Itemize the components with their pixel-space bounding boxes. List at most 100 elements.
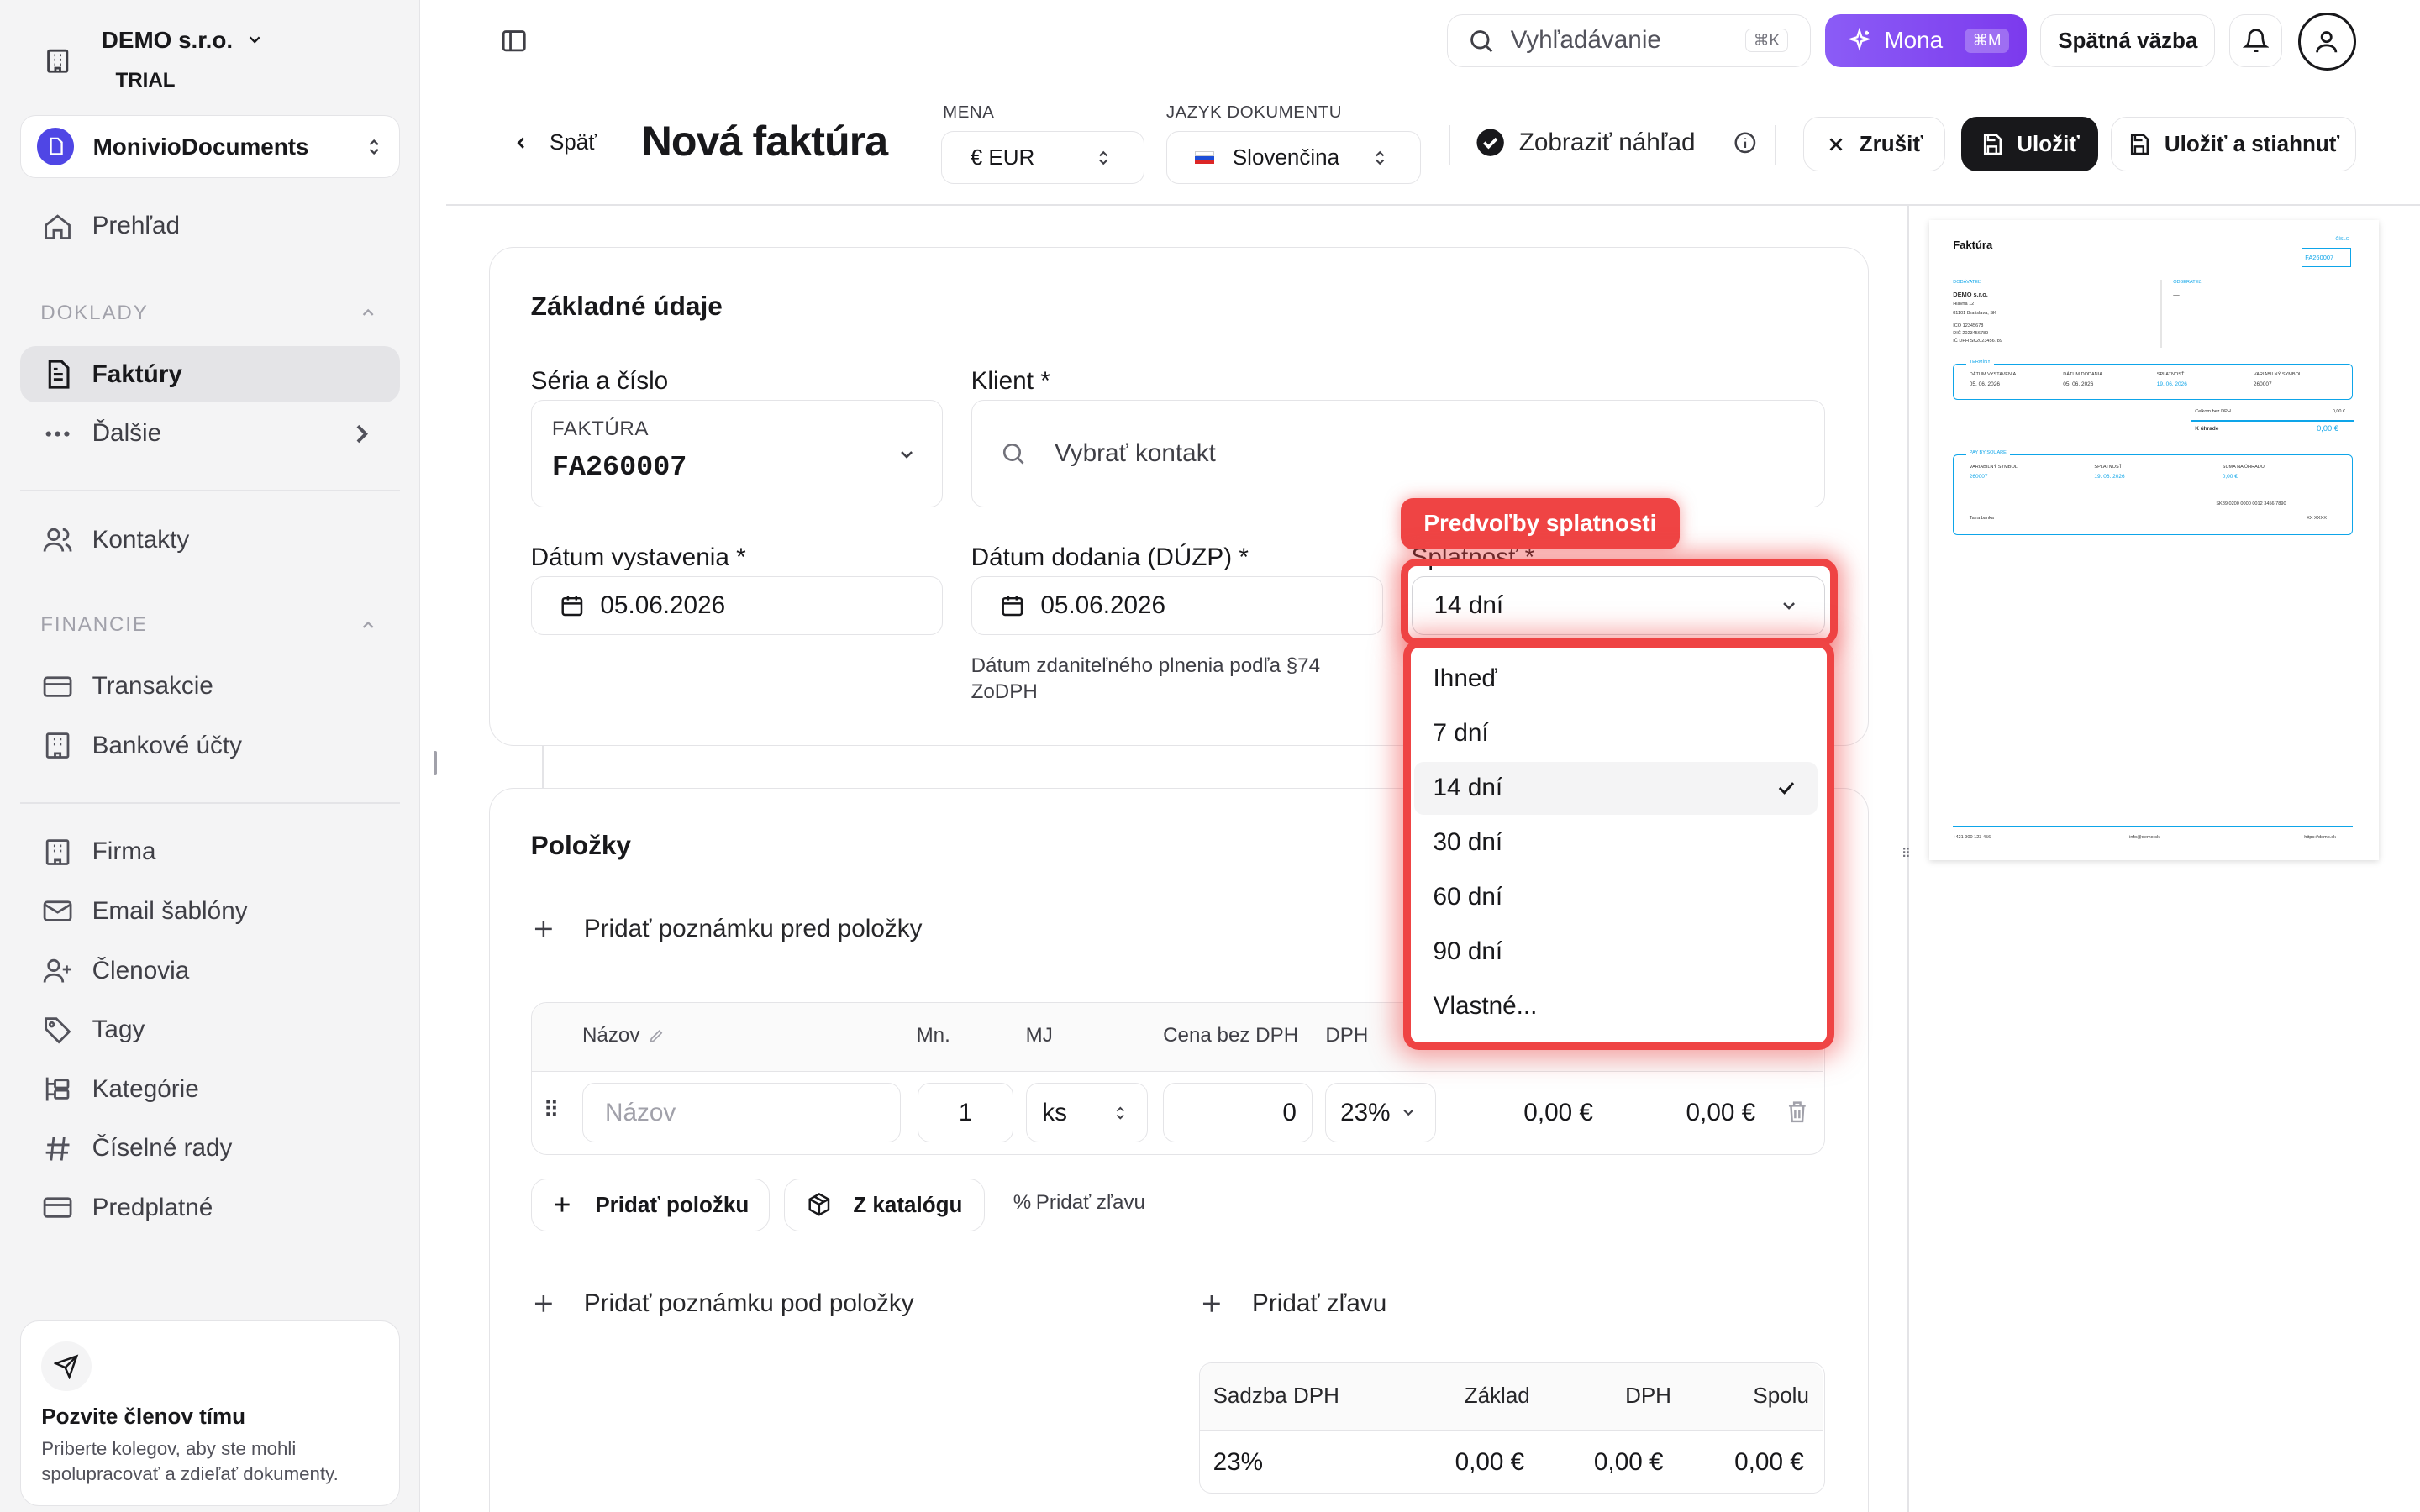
- sidebar-resize-handle[interactable]: [434, 750, 438, 776]
- info-icon[interactable]: [1733, 130, 1758, 155]
- item-price-value: 0: [1282, 1098, 1297, 1126]
- item-total-gross: 0,00 €: [1686, 1098, 1756, 1126]
- preview-supplier-label: DODÁVATEĽ: [1953, 279, 1981, 285]
- delivery-date-hint: Dátum zdaniteľného plnenia podľa §74 ZoD…: [971, 654, 1320, 704]
- sidebar-item-categories[interactable]: Kategórie: [20, 1061, 399, 1117]
- section-finance[interactable]: FINANCIE: [40, 613, 377, 637]
- sidebar-item-contacts[interactable]: Kontakty: [20, 512, 399, 568]
- pane-resize-handle[interactable]: ⠿: [1902, 846, 1911, 861]
- preview-supplier-ico: IČO 12345678: [1953, 323, 1984, 328]
- preview-pay-sum-label: SUMA NA ÚHRADU: [2222, 464, 2265, 470]
- due-option[interactable]: Ihneď: [1414, 653, 1817, 706]
- sidebar-item-label: Prehľad: [92, 212, 181, 240]
- sidebar-item-label: Kontakty: [92, 525, 190, 554]
- sidebar-toggle-icon[interactable]: [500, 27, 528, 55]
- search-placeholder: Vyhľadávanie: [1510, 26, 1661, 55]
- add-discount-link[interactable]: % Pridať zľavu: [1013, 1191, 1145, 1215]
- sidebar-item-email-templates[interactable]: Email šablóny: [20, 884, 399, 940]
- vat-cell-vat: 0,00 €: [1593, 1448, 1664, 1477]
- feedback-button[interactable]: Spätná väzba: [2040, 13, 2216, 67]
- language-select[interactable]: Slovenčina: [1165, 131, 1421, 185]
- add-note-before-button[interactable]: Pridať poznámku pred položky: [531, 915, 922, 943]
- save-download-button[interactable]: Uložiť a stiahnuť: [2110, 117, 2356, 172]
- due-option[interactable]: 60 dní: [1414, 871, 1817, 924]
- sidebar-item-bank-accounts[interactable]: Bankové účty: [20, 718, 399, 774]
- series-select[interactable]: FAKTÚRA FA260007: [530, 399, 944, 507]
- due-option[interactable]: Vlastné...: [1414, 980, 1817, 1033]
- series-number: FA260007: [551, 451, 687, 484]
- sidebar-item-transactions[interactable]: Transakcie: [20, 659, 399, 715]
- divider: [20, 801, 400, 804]
- item-price-input[interactable]: 0: [1163, 1083, 1313, 1142]
- add-item-button[interactable]: Pridať položku: [530, 1178, 770, 1231]
- sidebar-item-label: Ďalšie: [92, 419, 162, 448]
- item-unit-value: ks: [1042, 1098, 1067, 1126]
- item-vat-select[interactable]: 23%: [1325, 1083, 1437, 1142]
- file-text-icon: [42, 359, 73, 390]
- sidebar-item-members[interactable]: Členovia: [20, 942, 399, 999]
- sidebar-item-label: Firma: [92, 837, 156, 866]
- percent-icon: %: [1013, 1190, 1032, 1214]
- sidebar-item-invoices[interactable]: Faktúry: [20, 346, 400, 403]
- save-icon: [2127, 132, 2152, 157]
- sidebar-item-number-series[interactable]: Číselné rady: [20, 1121, 399, 1177]
- due-select[interactable]: 14 dní: [1411, 575, 1825, 636]
- due-option-selected[interactable]: 14 dní: [1414, 761, 1818, 815]
- drag-handle-icon[interactable]: ⠿: [544, 1097, 560, 1123]
- preview-toggle-label: Zobraziť náhľad: [1518, 128, 1696, 156]
- send-icon: [41, 1341, 92, 1392]
- currency-select[interactable]: € EUR: [941, 131, 1144, 185]
- item-name-input[interactable]: Názov: [581, 1083, 901, 1142]
- user-avatar[interactable]: [2297, 12, 2356, 71]
- close-icon: [1825, 134, 1847, 155]
- due-option[interactable]: 90 dní: [1414, 926, 1817, 979]
- add-note-after-button[interactable]: Pridať poznámku pod položky: [531, 1289, 914, 1318]
- due-option[interactable]: 30 dní: [1414, 816, 1817, 869]
- save-label: Uložiť: [2017, 131, 2080, 157]
- sidebar-item-subscription[interactable]: Predplatné: [20, 1180, 399, 1236]
- page-title: Nová faktúra: [641, 118, 889, 165]
- sidebar-item-label: Kategórie: [92, 1074, 199, 1103]
- add-discount-button[interactable]: Pridať zľavu: [1199, 1289, 1386, 1318]
- section-documents[interactable]: DOKLADY: [40, 302, 377, 325]
- sidebar-item-overview[interactable]: Prehľad: [20, 198, 399, 255]
- cancel-button[interactable]: Zrušiť: [1802, 117, 1945, 172]
- mona-button[interactable]: Mona ⌘M: [1824, 13, 2027, 67]
- preview-customer-value: —: [2173, 290, 2180, 298]
- item-qty-value: 1: [958, 1098, 973, 1126]
- issue-date-input[interactable]: 05.06.2026: [530, 575, 944, 636]
- save-button[interactable]: Uložiť: [1960, 117, 2098, 172]
- org-switcher[interactable]: DEMO s.r.o.: [102, 27, 265, 54]
- sidebar-item-more[interactable]: Ďalšie: [20, 406, 399, 462]
- item-unit-select[interactable]: ks: [1025, 1083, 1148, 1142]
- trash-icon[interactable]: [1785, 1099, 1810, 1126]
- client-select[interactable]: Vybrať kontakt: [971, 399, 1825, 507]
- item-qty-input[interactable]: 1: [918, 1083, 1013, 1142]
- workspace-switcher[interactable]: MonivioDocuments: [20, 115, 400, 178]
- invite-card[interactable]: Pozvite členov tímu Priberte kolegov, ab…: [20, 1320, 400, 1506]
- plus-icon: [551, 1194, 573, 1215]
- preview-pay-vs: 260007: [1969, 473, 1988, 480]
- back-button[interactable]: Späť: [512, 129, 597, 155]
- search-icon: [1467, 27, 1495, 55]
- preview-toggle[interactable]: Zobraziť náhľad: [1476, 128, 1758, 157]
- sidebar-item-company[interactable]: Firma: [20, 824, 399, 880]
- due-value: 14 dní: [1434, 591, 1504, 619]
- from-catalog-button[interactable]: Z katalógu: [783, 1178, 986, 1231]
- preview-supplier-dic: DIČ 2023456789: [1953, 330, 1989, 336]
- back-label: Späť: [549, 129, 597, 155]
- sidebar-item-tags[interactable]: Tagy: [20, 1002, 399, 1058]
- search-input[interactable]: Vyhľadávanie ⌘K: [1447, 13, 1812, 67]
- pencil-icon[interactable]: [648, 1027, 665, 1044]
- preview-pay-label: PAY BY SQUARE: [1966, 450, 2010, 456]
- due-option[interactable]: 7 dní: [1414, 707, 1817, 760]
- invoice-preview[interactable]: Faktúra ČÍSLO FA260007 DODÁVATEĽ DEMO s.…: [1929, 219, 2380, 860]
- sidebar-item-label: Bankové účty: [92, 732, 242, 760]
- home-icon: [42, 211, 73, 242]
- search-shortcut: ⌘K: [1744, 29, 1789, 53]
- document-icon: [36, 128, 75, 165]
- preview-supplier-icdph: IČ DPH SK2023456789: [1953, 339, 2002, 344]
- invite-text: Priberte kolegov, aby ste mohli spolupra…: [41, 1438, 339, 1484]
- delivery-date-input[interactable]: 05.06.2026: [971, 575, 1384, 636]
- notifications-button[interactable]: [2229, 13, 2283, 67]
